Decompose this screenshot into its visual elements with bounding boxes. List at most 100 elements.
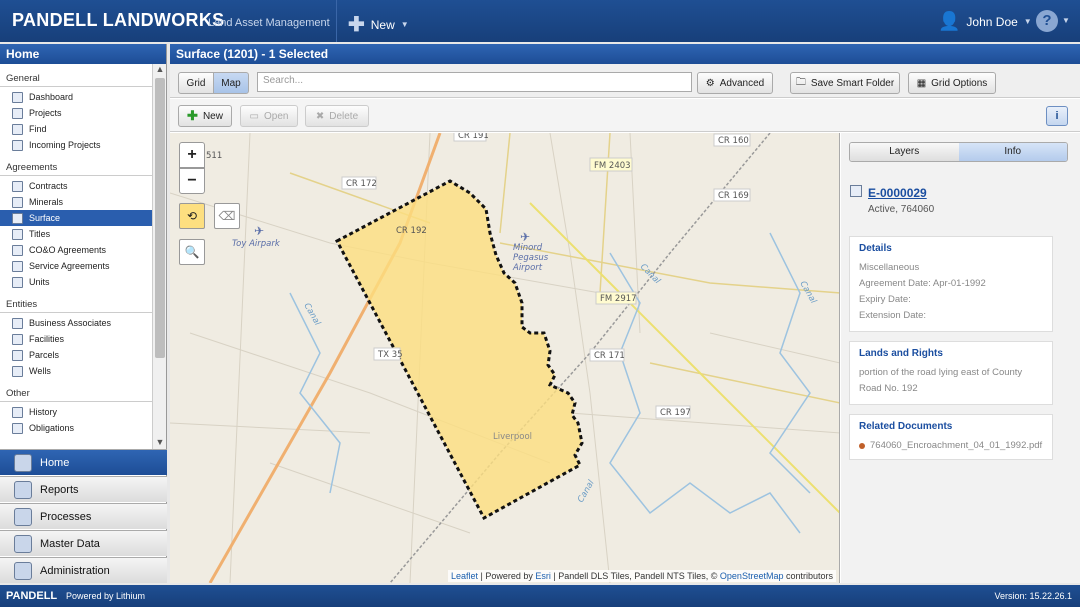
sidebar-item-projects[interactable]: Projects xyxy=(0,105,152,121)
nav-master-data-button[interactable]: Master Data xyxy=(0,530,167,556)
sidebar-item-label: Incoming Projects xyxy=(29,140,101,150)
sidebar-item-titles[interactable]: Titles xyxy=(0,226,152,242)
nav-home-button[interactable]: Home xyxy=(0,449,167,475)
master-data-icon xyxy=(14,534,32,553)
map-canvas[interactable]: CR 191 CR 160 FM 2403 CR 172 CR 169 CR 1… xyxy=(170,133,840,583)
map-label: 511 xyxy=(206,151,222,161)
gear-icon: ⚙ xyxy=(705,77,715,89)
osm-link[interactable]: OpenStreetMap xyxy=(720,571,784,581)
top-bar: PANDELL LANDWORKS Land Asset Management … xyxy=(0,0,1080,42)
sidebar-item-units[interactable]: Units xyxy=(0,274,152,290)
sidebar-item-surface[interactable]: Surface xyxy=(0,210,152,226)
map-label: CR 191 xyxy=(458,133,489,141)
record-id-link[interactable]: E-0000029 xyxy=(868,186,927,200)
sidebar-item-find[interactable]: Find xyxy=(0,121,152,137)
map-label: CR 192 xyxy=(396,226,427,236)
sidebar-item-facilities[interactable]: Facilities xyxy=(0,331,152,347)
units-icon xyxy=(12,276,23,288)
sidebar-item-label: Wells xyxy=(29,366,51,376)
nav-processes-button[interactable]: Processes xyxy=(0,503,167,529)
sidebar-item-label: Service Agreements xyxy=(29,261,110,271)
airplane-icon: ✈ xyxy=(520,230,530,244)
airplane-icon: ✈ xyxy=(254,224,264,238)
nav-section-entities: Entities xyxy=(0,290,152,313)
nav-administration-button[interactable]: Administration xyxy=(0,557,167,583)
map-label: CR 169 xyxy=(718,191,749,201)
grid-view-button[interactable]: Grid xyxy=(178,72,214,94)
advanced-button[interactable]: ⚙ Advanced xyxy=(697,72,773,94)
sidebar-item-label: Surface xyxy=(29,213,61,223)
tab-layers[interactable]: Layers xyxy=(850,143,959,161)
map-label: Canal xyxy=(576,478,597,504)
sidebar-item-obligations[interactable]: Obligations xyxy=(0,420,152,436)
user-icon: 👤 xyxy=(938,11,961,31)
zoom-out-button[interactable]: − xyxy=(179,168,205,194)
service-icon xyxy=(12,260,23,272)
scroll-down-icon[interactable]: ▼ xyxy=(155,437,165,449)
nav-reports-button[interactable]: Reports xyxy=(0,476,167,502)
grid-options-button[interactable]: ▦ Grid Options xyxy=(908,72,996,94)
leaflet-link[interactable]: Leaflet xyxy=(451,571,478,581)
search-input[interactable]: Search... xyxy=(257,72,692,92)
tab-info[interactable]: Info xyxy=(958,143,1067,161)
magnifier-icon[interactable]: 🔍 xyxy=(179,239,205,265)
folder-icon: 🗀 xyxy=(795,76,806,88)
sidebar-item-incoming-projects[interactable]: Incoming Projects xyxy=(0,137,152,153)
details-title: Details xyxy=(859,243,892,254)
sidebar-item-contracts[interactable]: Contracts xyxy=(0,178,152,194)
sidebar-item-wells[interactable]: Wells xyxy=(0,363,152,379)
minerals-icon xyxy=(12,196,23,208)
chevron-down-icon: ▼ xyxy=(1023,17,1032,26)
zoom-in-button[interactable]: + xyxy=(179,142,205,168)
help-button[interactable]: ? xyxy=(1036,10,1058,32)
map-view-button[interactable]: Map xyxy=(213,72,249,94)
map-label: CR 197 xyxy=(660,408,691,418)
sidebar-item-service-agreements[interactable]: Service Agreements xyxy=(0,258,152,274)
nav-section-general: General xyxy=(0,64,152,87)
document-link[interactable]: 764060_Encroachment_04_01_1992.pdf xyxy=(859,438,1043,454)
open-record-button[interactable]: ▭ Open xyxy=(240,105,298,127)
attribution-text: | Pandell DLS Tiles, Pandell NTS Tiles, … xyxy=(550,571,720,581)
map-view[interactable]: CR 191 CR 160 FM 2403 CR 172 CR 169 CR 1… xyxy=(170,133,840,583)
info-panel: Layers Info E-0000029 Active, 764060 Det… xyxy=(841,133,1080,583)
sidebar-item-coo-agreements[interactable]: CO&O Agreements xyxy=(0,242,152,258)
details-card: Details Miscellaneous Agreement Date: Ap… xyxy=(849,236,1053,332)
sidebar-item-dashboard[interactable]: Dashboard xyxy=(0,89,152,105)
sidebar-item-business-associates[interactable]: Business Associates xyxy=(0,315,152,331)
scroll-thumb[interactable] xyxy=(155,78,165,358)
map-label: Pegasus xyxy=(513,253,549,263)
sidebar-item-label: Facilities xyxy=(29,334,65,344)
sidebar-item-label: Contracts xyxy=(29,181,68,191)
save-smart-folder-button[interactable]: 🗀 Save Smart Folder xyxy=(790,72,900,94)
sidebar-item-parcels[interactable]: Parcels xyxy=(0,347,152,363)
history-icon xyxy=(12,406,23,418)
gear-icon xyxy=(14,507,32,526)
new-record-button[interactable]: ✚ New xyxy=(178,105,232,127)
view-toolbar: Grid Map Search... ⚙ Advanced 🗀 Save Smart… xyxy=(170,64,1080,98)
new-menu-label: New xyxy=(370,17,395,32)
app-subtitle: Land Asset Management xyxy=(208,17,330,29)
sidebar: Home General Dashboard Projects Find Inc… xyxy=(0,44,167,583)
info-icon[interactable]: i xyxy=(1046,106,1068,126)
sidebar-item-history[interactable]: History xyxy=(0,404,152,420)
sidebar-item-minerals[interactable]: Minerals xyxy=(0,194,152,210)
titles-icon xyxy=(12,228,23,240)
details-line: Miscellaneous xyxy=(859,262,920,273)
nav-label: Master Data xyxy=(40,537,100,550)
chevron-down-icon: ▼ xyxy=(1062,16,1070,25)
new-menu-button[interactable]: ✚ New ▼ xyxy=(348,12,409,37)
lasso-select-icon[interactable]: ⟲ xyxy=(179,203,205,229)
scroll-up-icon[interactable]: ▲ xyxy=(155,64,165,76)
clear-selection-icon[interactable]: ⌫ xyxy=(214,203,240,229)
esri-link[interactable]: Esri xyxy=(535,571,551,581)
grid-options-label: Grid Options xyxy=(931,77,988,89)
new-label: New xyxy=(202,110,223,122)
sidebar-scrollbar[interactable]: ▲ ▼ xyxy=(152,64,166,449)
add-icon: ✚ xyxy=(187,108,198,123)
user-menu-button[interactable]: 👤 John Doe ▼ xyxy=(938,11,1032,32)
open-label: Open xyxy=(263,110,289,122)
map-label: CR 160 xyxy=(718,136,749,146)
admin-user-icon xyxy=(14,561,32,580)
sidebar-item-label: Parcels xyxy=(29,350,60,360)
delete-record-button[interactable]: ✖ Delete xyxy=(305,105,369,127)
